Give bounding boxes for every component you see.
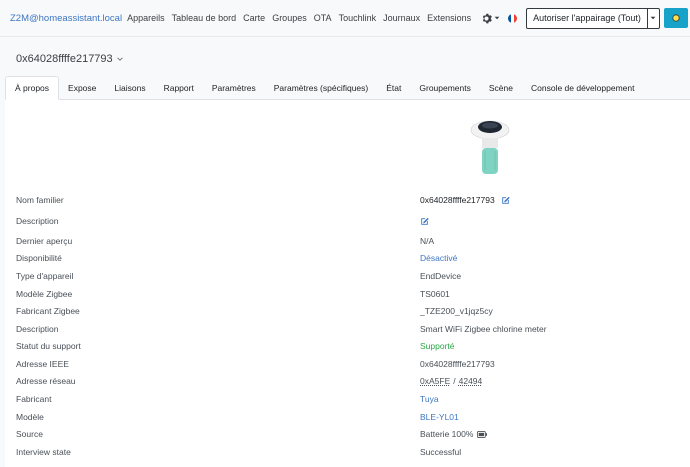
device-image [470, 120, 510, 174]
row-network-address: Adresse réseau 0xA5FE / 42494 [16, 374, 686, 388]
availability-label: Disponibilité [16, 253, 62, 263]
tab-settings[interactable]: Paramètres [203, 76, 265, 99]
tab-about[interactable]: À propos [5, 76, 60, 100]
battery-icon [477, 430, 488, 438]
sun-icon [672, 14, 680, 22]
row-availability: Disponibilité Désactivé [16, 251, 686, 265]
vendor-link[interactable]: Tuya [420, 394, 439, 404]
row-ieee: Adresse IEEE 0x64028ffffe217793 [16, 357, 686, 371]
model-link[interactable]: BLE-YL01 [420, 412, 459, 422]
nav-ota[interactable]: OTA [314, 13, 332, 23]
edit-name-icon[interactable] [501, 196, 510, 205]
row-last-seen: Dernier aperçu N/A [16, 234, 686, 248]
vendor-label: Fabricant [16, 394, 52, 404]
ieee-value: 0x64028ffffe217793 [420, 359, 495, 369]
power-source-label: Source [16, 429, 43, 439]
tab-groups[interactable]: Groupements [410, 76, 480, 99]
restart-button[interactable] [663, 8, 688, 28]
nav-touchlink[interactable]: Touchlink [339, 13, 377, 23]
tab-dev-console[interactable]: Console de développement [522, 76, 644, 99]
tab-expose[interactable]: Expose [59, 76, 105, 99]
settings-gear-icon[interactable] [481, 13, 500, 24]
tab-state[interactable]: État [377, 76, 410, 99]
network-address-separator: / [453, 376, 456, 386]
nav-groups[interactable]: Groupes [272, 13, 307, 23]
row-zigbee-model: Modèle Zigbee TS0601 [16, 287, 686, 301]
brand-link[interactable]: Z2M@homeassistant.local [10, 13, 122, 24]
language-flag-icon[interactable] [508, 13, 518, 23]
network-address-label: Adresse réseau [16, 376, 76, 386]
power-source-value: Batterie 100% [420, 429, 474, 439]
row-vendor: Fabricant Tuya [16, 392, 686, 406]
row-description: Description [16, 214, 686, 228]
permit-join-button[interactable]: Autoriser l'appairage (Tout) [526, 7, 648, 29]
ieee-label: Adresse IEEE [16, 359, 69, 369]
row-power-source: Source Batterie 100% [16, 427, 686, 441]
edit-description-icon[interactable] [420, 217, 429, 226]
last-seen-label: Dernier aperçu [16, 236, 73, 246]
support-status-link[interactable]: Supporté [420, 341, 455, 351]
row-model: Modèle BLE-YL01 [16, 410, 686, 424]
model-description-value: Smart WiFi Zigbee chlorine meter [420, 324, 547, 334]
friendly-name-value: 0x64028ffffe217793 [420, 195, 495, 205]
interview-state-label: Interview state [16, 447, 71, 457]
row-device-type: Type d'appareil EndDevice [16, 269, 686, 283]
zigbee-manufacturer-label: Fabricant Zigbee [16, 306, 80, 316]
last-seen-value: N/A [420, 236, 435, 246]
nav-map[interactable]: Carte [243, 13, 265, 23]
device-name: 0x64028ffffe217793 [16, 53, 113, 65]
device-selector[interactable]: 0x64028ffffe217793 [16, 53, 123, 65]
interview-state-value: Successful [420, 447, 462, 457]
tab-scene[interactable]: Scène [480, 76, 522, 99]
support-status-label: Statut du support [16, 341, 81, 351]
zigbee-model-label: Modèle Zigbee [16, 289, 73, 299]
device-type-label: Type d'appareil [16, 271, 74, 281]
tab-settings-specific[interactable]: Paramètres (spécifiques) [265, 76, 377, 99]
row-friendly-name: Nom familier 0x64028ffffe217793 [16, 193, 686, 207]
tab-bar: À propos Expose Liaisons Rapport Paramèt… [5, 76, 690, 100]
model-label: Modèle [16, 412, 44, 422]
permit-join-group: Autoriser l'appairage (Tout) [526, 7, 660, 29]
zigbee-manufacturer-value: _TZE200_v1jqz5cy [420, 306, 493, 316]
network-address-dec: 42494 [458, 376, 483, 386]
nav-logs[interactable]: Journaux [383, 13, 420, 23]
permit-join-dropdown-icon[interactable] [647, 7, 660, 29]
nav-dashboard[interactable]: Tableau de bord [172, 13, 237, 23]
nav-devices[interactable]: Appareils [127, 13, 165, 23]
chevron-down-icon [116, 57, 123, 61]
description-label: Description [16, 216, 59, 226]
model-description-label: Description [16, 324, 59, 334]
row-description-model: Description Smart WiFi Zigbee chlorine m… [16, 322, 686, 336]
navbar: Z2M@homeassistant.local Appareils Tablea… [0, 0, 690, 37]
about-panel: Nom familier 0x64028ffffe217793 Descript… [5, 100, 690, 467]
friendly-name-label: Nom familier [16, 195, 64, 205]
nav-extensions[interactable]: Extensions [427, 13, 471, 23]
availability-link[interactable]: Désactivé [420, 253, 457, 263]
row-zigbee-manufacturer: Fabricant Zigbee _TZE200_v1jqz5cy [16, 304, 686, 318]
tab-reporting[interactable]: Rapport [155, 76, 203, 99]
row-interview-state: Interview state Successful [16, 445, 686, 459]
zigbee-model-value: TS0601 [420, 289, 450, 299]
tab-bind[interactable]: Liaisons [105, 76, 154, 99]
row-support-status: Statut du support Supporté [16, 339, 686, 353]
network-address-hex: 0xA5FE [420, 376, 451, 386]
device-type-value: EndDevice [420, 271, 462, 281]
